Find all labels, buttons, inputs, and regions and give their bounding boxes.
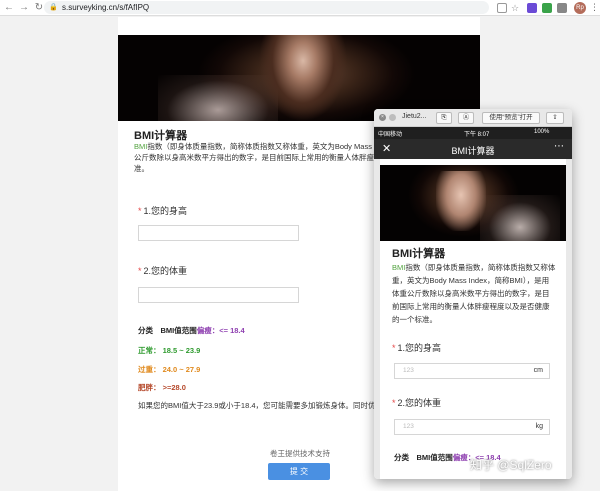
share-icon[interactable] bbox=[497, 3, 507, 13]
bookmark-star-icon[interactable]: ☆ bbox=[511, 3, 521, 13]
carrier-label: 中国移动 bbox=[378, 132, 403, 138]
extension-green-icon[interactable] bbox=[542, 3, 552, 13]
phone-banner-image bbox=[380, 165, 566, 241]
phone-status-bar: 中国移动 下午 8:07 100% bbox=[374, 127, 572, 139]
phone-height-input[interactable]: 123 cm bbox=[394, 363, 550, 379]
minimize-window-icon[interactable] bbox=[389, 114, 396, 121]
phone-question-height: * 1.您的身高 bbox=[392, 343, 442, 353]
phone-content: BMI计算器 BMI指数（即身体质量指数，简称体质指数又称体重，英文为Body … bbox=[374, 159, 572, 479]
more-menu-icon[interactable]: ⋮ bbox=[590, 2, 599, 13]
battery-label: 100% bbox=[534, 129, 550, 135]
address-bar[interactable]: 🔒 s.surveyking.cn/s/fAfIPQ bbox=[44, 1, 489, 14]
phone-question-weight: * 2.您的体重 bbox=[392, 398, 442, 408]
phone-nav-title: BMI计算器 bbox=[451, 146, 495, 156]
browser-toolbar: ← → ↻ 🔒 s.surveyking.cn/s/fAfIPQ ☆ Rp ⋮ bbox=[0, 0, 600, 16]
phone-survey-card: BMI计算器 BMI指数（即身体质量指数，简称体质指数又称体重，英文为Body … bbox=[380, 159, 566, 479]
copy-icon[interactable]: ⎘ bbox=[436, 112, 452, 124]
puzzle-icon[interactable] bbox=[557, 3, 567, 13]
support-text: 卷王提供技术支持 bbox=[270, 449, 330, 458]
extension-icon[interactable] bbox=[527, 3, 537, 13]
share-icon[interactable]: ⇪ bbox=[546, 112, 564, 124]
back-arrow-icon[interactable]: ← bbox=[3, 2, 15, 14]
window-title: Jietu2... bbox=[402, 113, 427, 120]
phone-nav-bar: ✕ BMI计算器 ⋯ bbox=[374, 139, 572, 159]
forward-arrow-icon[interactable]: → bbox=[18, 2, 30, 14]
more-menu-icon[interactable]: ⋯ bbox=[554, 141, 564, 152]
phone-intro-text: BMI指数（即身体质量指数，简称体质指数又称体重，英文为Body Mass In… bbox=[392, 263, 556, 324]
advice-text: 如果您的BMI值大于23.9或小于18.4，您可能需要多加锻炼身体。同时优化 bbox=[138, 401, 384, 410]
preview-toolbar: × Jietu2... ⎘ Ⓐ 使用“预览”打开 ⇪ bbox=[374, 109, 572, 127]
range-normal: 正常： 18.5 ~ 23.9 bbox=[138, 346, 201, 355]
open-with-preview-button[interactable]: 使用“预览”打开 bbox=[482, 112, 540, 124]
height-input[interactable] bbox=[138, 225, 299, 241]
range-header: 分类 BMI值范围偏瘦：<= 18.4 bbox=[138, 326, 245, 335]
watermark-text: 知乎 @SqlZero bbox=[470, 458, 552, 472]
close-window-icon[interactable]: × bbox=[379, 114, 386, 121]
preview-window: × Jietu2... ⎘ Ⓐ 使用“预览”打开 ⇪ 中国移动 下午 8:07 … bbox=[374, 109, 572, 479]
markup-icon[interactable]: Ⓐ bbox=[458, 112, 474, 124]
profile-avatar[interactable]: Rp bbox=[574, 2, 586, 14]
submit-button[interactable]: 提 交 bbox=[268, 463, 330, 480]
weight-input[interactable] bbox=[138, 287, 299, 303]
range-obese: 肥胖： >=28.0 bbox=[138, 383, 186, 392]
lock-icon: 🔒 bbox=[49, 4, 58, 11]
question-weight-label: * 2.您的体重 bbox=[138, 266, 188, 276]
question-height-label: * 1.您的身高 bbox=[138, 206, 188, 216]
range-overweight: 过重： 24.0 ~ 27.9 bbox=[138, 365, 201, 374]
clock-label: 下午 8:07 bbox=[464, 132, 490, 138]
phone-page-title: BMI计算器 bbox=[392, 248, 446, 260]
url-text: s.surveyking.cn/s/fAfIPQ bbox=[62, 3, 150, 12]
phone-weight-input[interactable]: 123 kg bbox=[394, 419, 550, 435]
